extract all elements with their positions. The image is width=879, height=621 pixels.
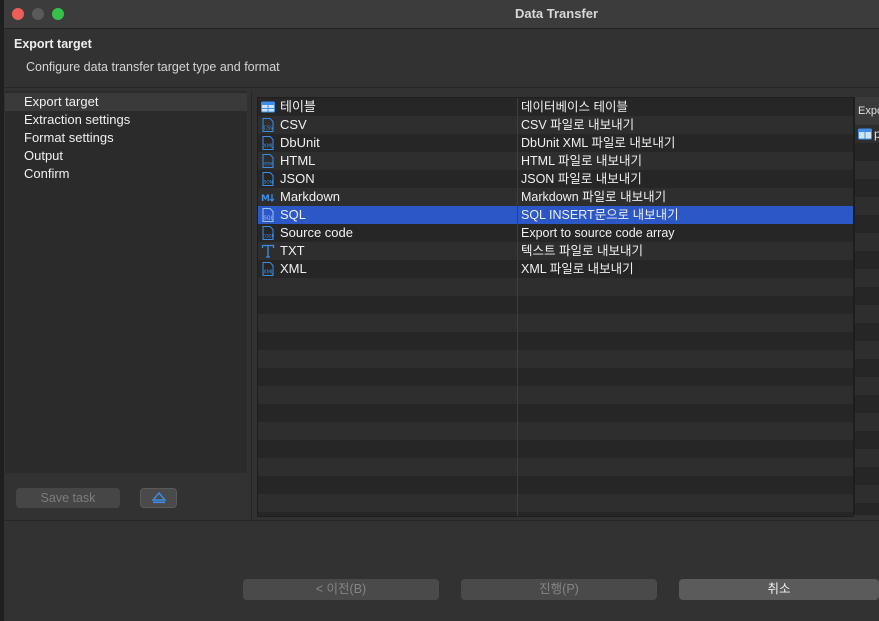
table-icon [858, 128, 872, 140]
svg-text:M: M [261, 194, 270, 204]
panel-splitter[interactable] [251, 91, 252, 521]
save-task-button[interactable]: Save task [16, 488, 120, 508]
format-description: Markdown 파일로 내보내기 [521, 190, 667, 204]
nav-item-format-settings[interactable]: Format settings [5, 129, 247, 147]
empty-row [258, 476, 853, 494]
empty-row [855, 197, 879, 215]
format-description: HTML 파일로 내보내기 [521, 154, 643, 168]
nav-item-confirm[interactable]: Confirm [5, 165, 247, 183]
page-description: Configure data transfer target type and … [26, 60, 280, 74]
format-name: DbUnit [280, 135, 320, 150]
empty-row [258, 458, 853, 476]
table-row[interactable]: XML XML XML 파일로 내보내기 [258, 260, 853, 278]
code-file-icon: CODE [262, 226, 275, 240]
format-name: 테이블 [280, 99, 316, 114]
svg-text:CODE: CODE [262, 234, 274, 239]
format-description: JSON 파일로 내보내기 [521, 172, 642, 186]
page-header: Export target Configure data transfer ta… [4, 29, 879, 87]
window-title: Data Transfer [514, 6, 599, 21]
svg-text:HTML: HTML [263, 162, 275, 167]
format-description: 데이터베이스 테이블 [521, 100, 628, 114]
export-format-table: 테이블 데이터베이스 테이블 CSV CSV CSV 파일로 내보내기 XML … [257, 97, 854, 517]
nav-item-export-target[interactable]: Export target [5, 93, 247, 111]
format-name: JSON [280, 171, 315, 186]
empty-row [855, 305, 879, 323]
sql-file-icon: SQL [262, 208, 274, 222]
wizard-steps-list: Export target Extraction settings Format… [5, 91, 247, 473]
empty-row [855, 485, 879, 503]
empty-row [258, 494, 853, 512]
format-name: XML [280, 261, 307, 276]
table-icon [261, 101, 275, 113]
empty-row [258, 368, 853, 386]
table-row[interactable]: CODE Source code Export to source code a… [258, 224, 853, 242]
xml-file-icon: XML [262, 136, 274, 150]
header-divider [4, 87, 879, 88]
empty-row [855, 269, 879, 287]
preview-row-text: p [874, 125, 879, 143]
format-name: CSV [280, 117, 307, 132]
table-row[interactable]: TXT 텍스트 파일로 내보내기 [258, 242, 853, 260]
format-description: CSV 파일로 내보내기 [521, 118, 635, 132]
svg-text:SQL: SQL [264, 216, 274, 222]
table-row[interactable]: XML DbUnit DbUnit XML 파일로 내보내기 [258, 134, 853, 152]
text-icon [261, 244, 275, 258]
json-file-icon: JSON [262, 172, 274, 186]
empty-row [258, 314, 853, 332]
empty-row [258, 386, 853, 404]
format-name: HTML [280, 153, 316, 168]
format-description: DbUnit XML 파일로 내보내기 [521, 136, 676, 150]
upload-task-button[interactable] [140, 488, 177, 508]
preview-panel-header: Expo [855, 97, 879, 125]
back-button[interactable]: < 이전(B) [243, 579, 439, 600]
empty-row [855, 161, 879, 179]
empty-row [258, 404, 853, 422]
format-name: SQL [280, 207, 307, 222]
next-button[interactable]: 진행(P) [461, 579, 657, 600]
cancel-button[interactable]: 취소 [679, 579, 879, 600]
title-bar: Data Transfer [4, 0, 879, 29]
format-description: XML 파일로 내보내기 [521, 262, 634, 276]
empty-row [855, 377, 879, 395]
format-name: Markdown [280, 189, 340, 204]
upload-tray-icon [151, 492, 167, 504]
table-row[interactable]: M Markdown Markdown 파일로 내보내기 [258, 188, 853, 206]
empty-row [855, 233, 879, 251]
empty-row [258, 332, 853, 350]
html-file-icon: HTML [262, 154, 275, 168]
empty-row [258, 278, 853, 296]
nav-item-output[interactable]: Output [5, 147, 247, 165]
format-description: SQL INSERT문으로 내보내기 [521, 208, 679, 222]
xml-file-icon: XML [262, 262, 274, 276]
svg-text:CSV: CSV [264, 126, 275, 132]
markdown-icon: M [261, 194, 275, 204]
data-transfer-dialog: Data Transfer Export target Configure da… [4, 0, 879, 621]
page-title: Export target [14, 37, 92, 51]
format-name: TXT [280, 243, 305, 258]
empty-row [855, 449, 879, 467]
empty-row [258, 422, 853, 440]
svg-text:XML: XML [263, 270, 274, 276]
empty-row [258, 296, 853, 314]
footer-divider [4, 520, 879, 521]
csv-file-icon: CSV [262, 118, 275, 132]
format-description: 텍스트 파일로 내보내기 [521, 244, 643, 258]
preview-row[interactable]: p [855, 125, 879, 143]
format-description: Export to source code array [521, 226, 675, 240]
format-name: Source code [280, 225, 353, 240]
export-preview-panel: Expo p [854, 97, 879, 515]
empty-row [855, 413, 879, 431]
empty-row [258, 440, 853, 458]
table-row[interactable]: JSON JSON JSON 파일로 내보내기 [258, 170, 853, 188]
column-divider [517, 98, 518, 516]
svg-text:XML: XML [263, 144, 274, 150]
nav-item-extraction-settings[interactable]: Extraction settings [5, 111, 247, 129]
svg-text:JSON: JSON [262, 180, 273, 185]
empty-row [855, 341, 879, 359]
table-row[interactable]: 테이블 데이터베이스 테이블 [258, 98, 853, 116]
table-row[interactable]: HTML HTML HTML 파일로 내보내기 [258, 152, 853, 170]
table-row[interactable]: CSV CSV CSV 파일로 내보내기 [258, 116, 853, 134]
table-row-selected[interactable]: SQL SQL SQL INSERT문으로 내보내기 [258, 206, 853, 224]
empty-row [258, 350, 853, 368]
